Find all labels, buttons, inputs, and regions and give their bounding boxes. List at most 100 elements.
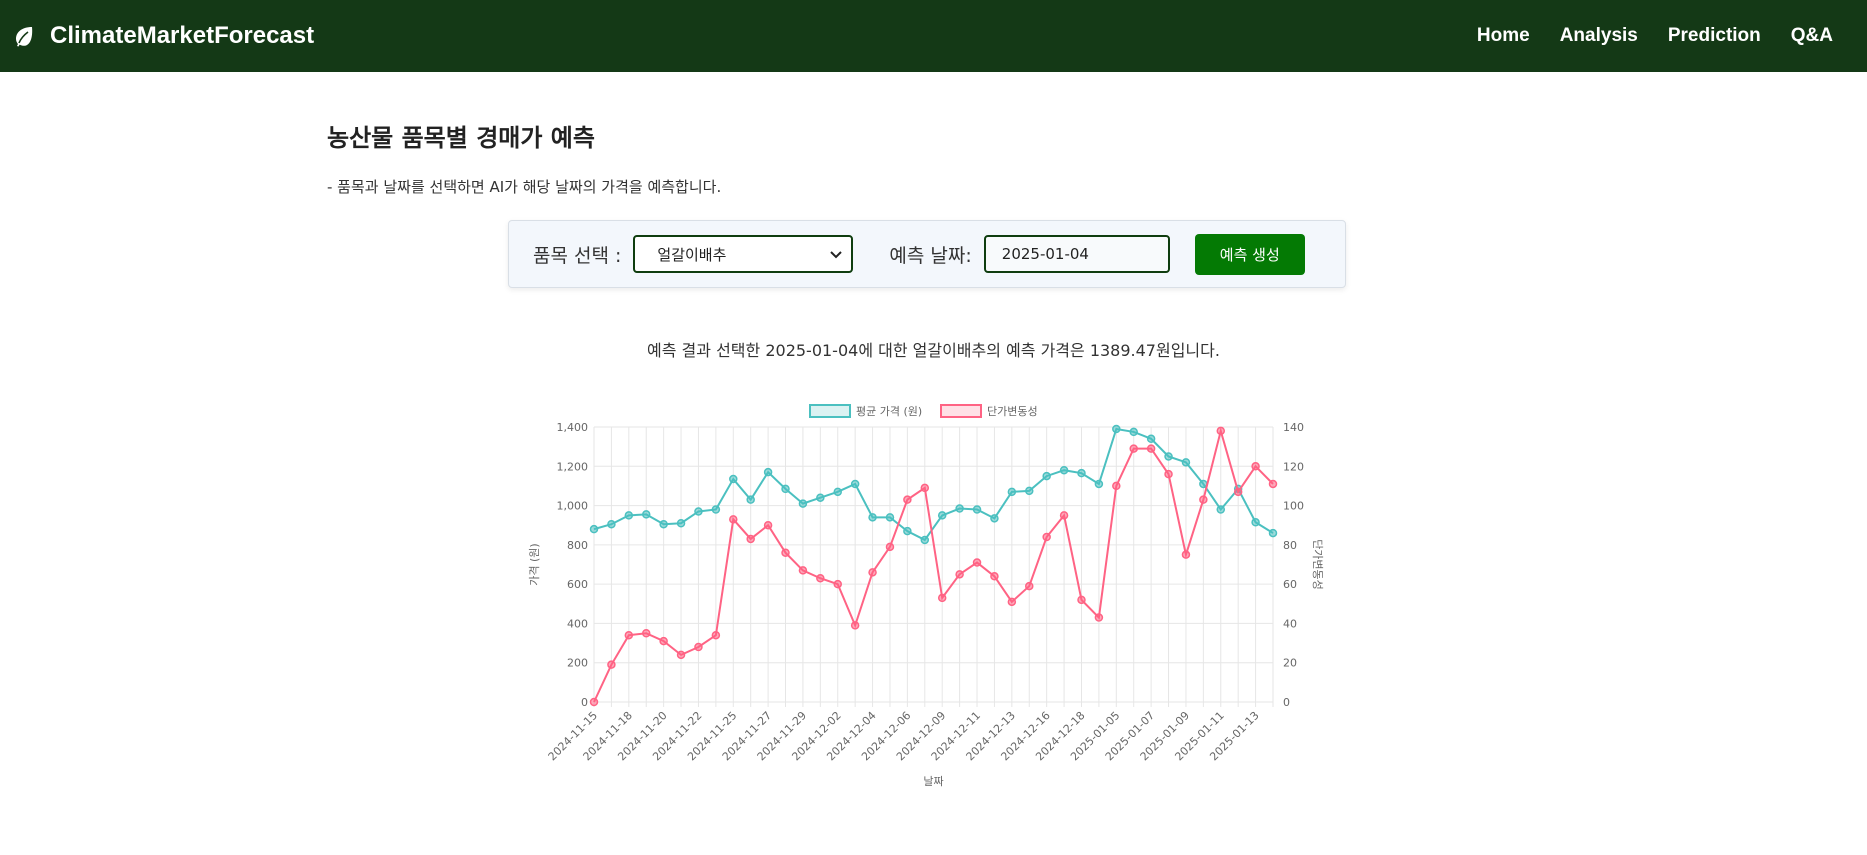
data-point: [868, 513, 877, 522]
data-point: [589, 697, 599, 707]
page-description: - 품목과 날짜를 선택하면 AI가 해당 날짜의 가격을 예측합니다.: [327, 178, 722, 196]
y-tick-label-left: 1,400: [557, 421, 589, 434]
prediction-form: 품목 선택 : 얼갈이배추 예측 날짜: 예측 생성: [508, 220, 1346, 288]
y-tick-label-right: 60: [1283, 578, 1297, 591]
data-point: [624, 630, 634, 640]
data-point: [920, 483, 930, 493]
data-point: [1094, 479, 1104, 489]
data-point: [1216, 505, 1226, 514]
y-axis-title-left: 가격 (원): [528, 543, 541, 585]
data-point: [972, 505, 982, 514]
legend-swatch: [940, 404, 982, 418]
legend-label: 단가변동성: [987, 405, 1038, 418]
data-point: [763, 467, 773, 477]
data-point: [1268, 479, 1278, 489]
data-point: [1164, 452, 1173, 461]
data-point: [641, 629, 651, 638]
price-chart: 0 200 400 600 800 1,000 1,200 1,400 0 20 40 60 80 100…: [528, 404, 1324, 788]
y-tick-label-right: 40: [1283, 617, 1297, 630]
data-point: [1042, 532, 1051, 542]
y-tick-label-right: 120: [1283, 460, 1304, 473]
data-point: [1129, 444, 1138, 453]
data-point: [937, 593, 947, 603]
data-point: [990, 572, 999, 581]
data-point: [1251, 462, 1260, 471]
data-point: [659, 519, 668, 529]
date-label: 예측 날짜:: [889, 244, 972, 267]
y-axis-title-right: 단가변동성: [1311, 539, 1324, 590]
y-tick-label-right: 20: [1283, 657, 1297, 670]
data-point: [972, 558, 982, 567]
nav-link-qa[interactable]: Q&A: [1791, 25, 1833, 47]
data-point: [1042, 471, 1051, 481]
data-point: [850, 621, 860, 630]
data-point: [833, 487, 842, 497]
data-point: [1059, 465, 1069, 475]
data-point: [1181, 458, 1191, 467]
data-point: [746, 495, 755, 504]
data-point: [1233, 487, 1243, 497]
data-point: [920, 535, 930, 545]
navbar: ClimateMarketForecast Home Analysis Pred…: [0, 0, 1867, 72]
data-point: [641, 510, 651, 519]
data-point: [746, 534, 755, 544]
data-point: [1077, 468, 1086, 478]
data-point: [816, 574, 825, 583]
data-point: [1025, 486, 1034, 496]
data-point: [955, 570, 964, 579]
chevron-down-icon: [830, 251, 843, 259]
data-point: [1077, 595, 1086, 605]
data-point: [729, 515, 738, 524]
data-point: [1112, 481, 1121, 491]
date-input[interactable]: [983, 235, 1170, 273]
data-point: [781, 484, 790, 494]
item-select[interactable]: 얼갈이배추: [633, 235, 854, 273]
y-tick-label-right: 80: [1283, 539, 1297, 552]
data-point: [729, 474, 738, 484]
data-point: [589, 524, 599, 534]
data-point: [676, 650, 686, 660]
y-tick-label-left: 400: [567, 617, 588, 630]
nav-link-analysis[interactable]: Analysis: [1560, 25, 1638, 47]
data-point: [903, 526, 912, 536]
data-point: [711, 505, 721, 514]
y-tick-label-left: 1,000: [557, 500, 589, 513]
data-point: [885, 542, 895, 552]
data-point: [1094, 613, 1104, 622]
y-tick-label-left: 200: [567, 657, 588, 670]
data-point: [1007, 487, 1017, 497]
data-point: [694, 507, 703, 516]
data-point: [903, 495, 912, 504]
y-tick-label-right: 0: [1283, 696, 1290, 709]
nav-link-home[interactable]: Home: [1477, 25, 1530, 47]
brand[interactable]: ClimateMarketForecast: [12, 22, 314, 50]
prediction-result: 예측 결과 선택한 2025-01-04에 대한 얼갈이배추의 예측 가격은 1…: [647, 341, 1220, 360]
item-select-label: 품목 선택 :: [533, 244, 622, 267]
nav-menu: Home Analysis Prediction Q&A: [1477, 25, 1853, 47]
data-point: [955, 504, 964, 513]
data-point: [607, 660, 616, 669]
data-point: [1181, 550, 1191, 559]
data-point: [1059, 511, 1069, 520]
data-point: [1251, 518, 1260, 527]
data-point: [885, 513, 895, 522]
nav-link-prediction[interactable]: Prediction: [1668, 25, 1761, 47]
data-point: [1146, 444, 1156, 453]
data-point: [607, 519, 616, 529]
y-tick-label-right: 100: [1283, 500, 1304, 513]
data-point: [850, 479, 860, 489]
legend-swatch: [809, 404, 851, 418]
legend-label: 평균 가격 (원): [856, 405, 922, 418]
data-point: [676, 519, 686, 528]
data-point: [798, 566, 808, 575]
data-point: [1216, 426, 1226, 436]
data-point: [1007, 597, 1017, 607]
x-axis-title: 날짜: [923, 775, 943, 788]
data-point: [816, 493, 825, 502]
data-point: [990, 514, 999, 523]
data-point: [1164, 469, 1173, 479]
y-tick-label-left: 800: [567, 539, 588, 552]
data-point: [624, 511, 634, 520]
generate-prediction-button[interactable]: 예측 생성: [1194, 233, 1305, 275]
y-tick-label-left: 1,200: [557, 460, 589, 473]
